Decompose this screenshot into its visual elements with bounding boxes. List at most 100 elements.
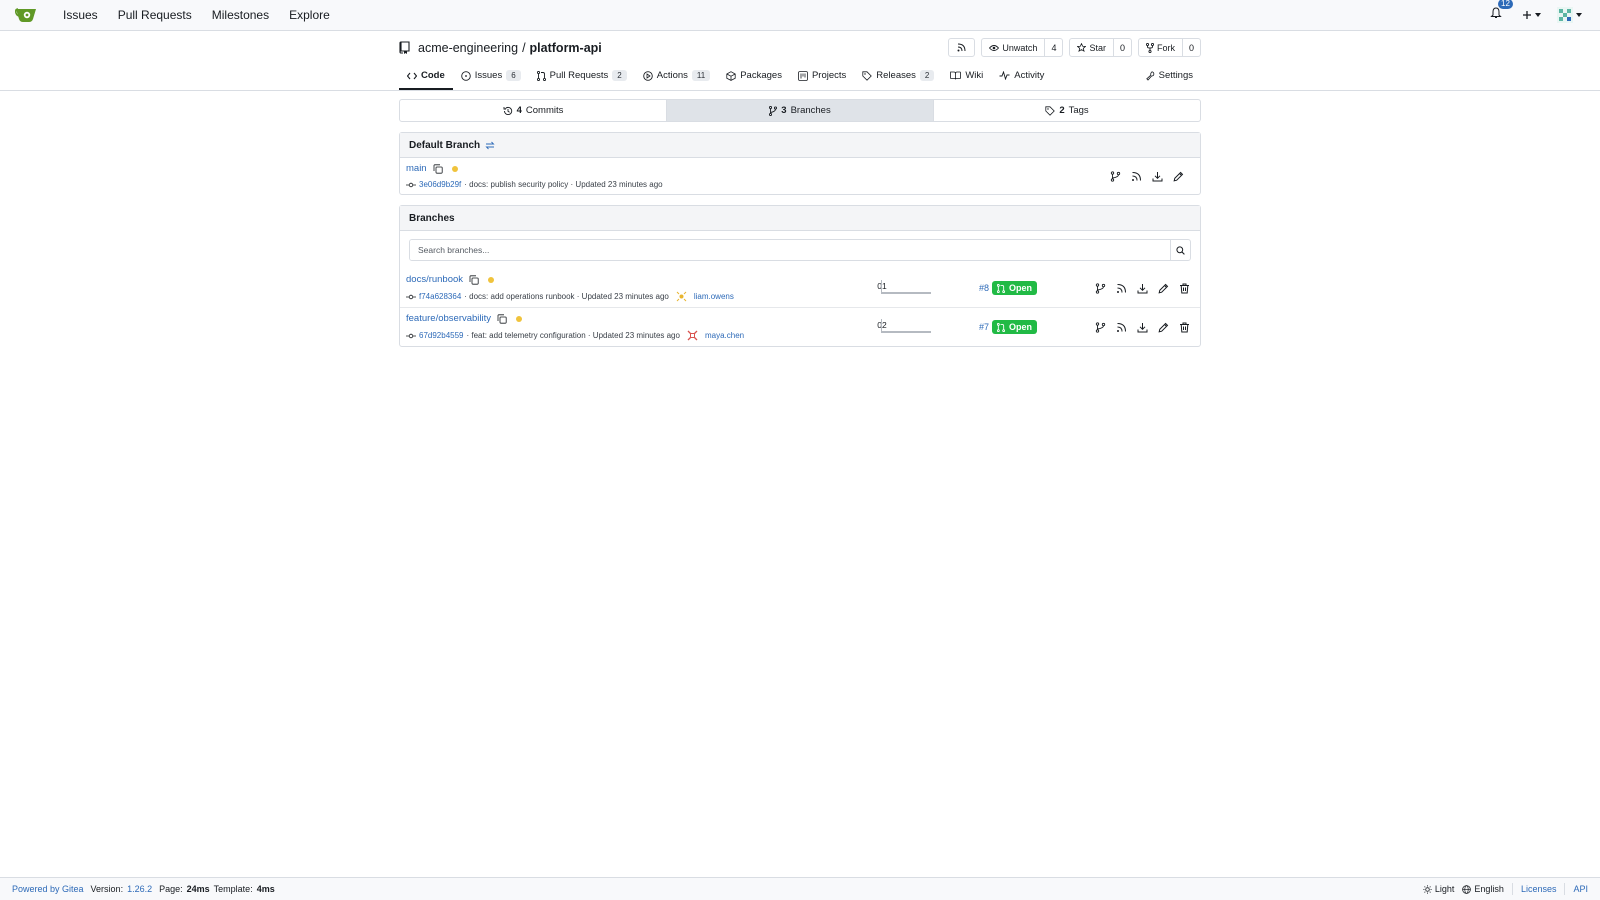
gitea-logo-icon[interactable] [15, 6, 37, 24]
branches-box: Branches docs/runbook f74a628364 [399, 205, 1201, 347]
pencil-icon[interactable] [1158, 322, 1169, 333]
tab-packages[interactable]: Packages [718, 63, 790, 90]
branch-actions [1095, 282, 1194, 294]
commit-status-dot[interactable] [488, 276, 495, 283]
package-icon [726, 70, 736, 81]
tab-pull-requests[interactable]: Pull Requests 2 [529, 63, 635, 90]
branch-link[interactable]: docs/runbook [406, 274, 463, 285]
commit-status-dot[interactable] [451, 165, 458, 172]
commit-message: · docs: publish security policy · Update… [464, 180, 663, 189]
default-branch-header: Default Branch [400, 133, 1200, 158]
pencil-icon[interactable] [1173, 171, 1184, 182]
nav-issues[interactable]: Issues [53, 0, 108, 31]
avatar[interactable] [686, 330, 698, 341]
commit-icon [406, 333, 416, 338]
download-icon[interactable] [1137, 322, 1148, 333]
repo-owner-link[interactable]: acme-engineering [418, 41, 518, 55]
star-button[interactable]: Star [1070, 39, 1114, 56]
pr-status-label: Open [1009, 283, 1033, 293]
author-link[interactable]: maya.chen [705, 331, 744, 340]
copy-icon[interactable] [469, 274, 479, 285]
fork-count[interactable]: 0 [1183, 39, 1200, 56]
branch-create-icon[interactable] [1110, 170, 1121, 182]
tags-link[interactable]: 2 Tags [933, 100, 1200, 121]
pull-request-link[interactable]: #7 [979, 322, 989, 332]
tab-releases[interactable]: Releases 2 [854, 63, 942, 90]
repo-icon [399, 41, 410, 54]
commit-status-dot[interactable] [516, 315, 523, 322]
notifications-button[interactable]: 12 [1490, 0, 1513, 23]
copy-icon[interactable] [433, 163, 443, 174]
template-time: 4ms [256, 884, 275, 894]
page-time: 24ms [186, 884, 210, 894]
tab-count-badge: 6 [506, 70, 521, 81]
tab-activity[interactable]: Activity [991, 63, 1052, 90]
tab-label: Settings [1158, 70, 1193, 81]
download-icon[interactable] [1152, 171, 1163, 182]
version-link[interactable]: 1.26.2 [127, 884, 152, 894]
rss-feed-button[interactable] [948, 38, 976, 57]
chevron-down-icon [1535, 13, 1541, 17]
pull-request-icon [536, 70, 546, 81]
chevron-down-icon [1576, 13, 1582, 17]
theme-selector[interactable]: Light [1423, 884, 1454, 894]
nav-explore[interactable]: Explore [279, 0, 340, 31]
star-count[interactable]: 0 [1114, 39, 1131, 56]
branch-search-input[interactable] [410, 240, 1170, 260]
tab-label: Actions [656, 70, 688, 81]
branch-link[interactable]: feature/observability [406, 313, 491, 324]
download-icon[interactable] [1137, 283, 1148, 294]
avatar[interactable] [675, 291, 687, 302]
commit-sha-link[interactable]: 3e06d9b29f [419, 180, 461, 189]
switch-arrows-icon[interactable] [485, 141, 495, 150]
tab-issues[interactable]: Issues 6 [453, 63, 529, 90]
pull-request-link[interactable]: #8 [979, 283, 989, 293]
unwatch-button[interactable]: Unwatch [982, 39, 1046, 56]
branch-create-icon[interactable] [1095, 321, 1106, 333]
tab-label: Pull Requests [549, 70, 609, 81]
tab-actions[interactable]: Actions 11 [635, 63, 718, 90]
branches-link[interactable]: 3 Branches [666, 100, 933, 121]
trash-icon[interactable] [1179, 283, 1190, 294]
commit-sha-link[interactable]: f74a628364 [419, 292, 461, 301]
trash-icon[interactable] [1179, 322, 1190, 333]
author-link[interactable]: liam.owens [694, 292, 734, 301]
tab-settings[interactable]: Settings [1138, 63, 1201, 90]
language-selector[interactable]: English [1462, 884, 1504, 894]
fork-button[interactable]: Fork [1139, 39, 1183, 56]
copy-icon[interactable] [497, 313, 507, 324]
branches-label: Branches [790, 105, 831, 116]
watch-count[interactable]: 4 [1045, 39, 1062, 56]
commit-icon [406, 294, 416, 299]
star-icon [1077, 43, 1087, 52]
commit-sha-link[interactable]: 67d92b4559 [419, 331, 464, 340]
create-menu-button[interactable] [1522, 10, 1541, 20]
user-menu-button[interactable] [1557, 7, 1582, 23]
branch-link[interactable]: main [406, 163, 427, 174]
tab-code[interactable]: Code [399, 63, 453, 90]
tag-icon [862, 70, 873, 81]
nav-pull-requests[interactable]: Pull Requests [108, 0, 202, 31]
search-button[interactable] [1170, 240, 1190, 260]
rss-icon[interactable] [1131, 171, 1142, 182]
commits-link[interactable]: 4 Commits [400, 100, 666, 121]
tab-wiki[interactable]: Wiki [942, 63, 991, 90]
rss-icon [957, 43, 966, 52]
branches-count: 3 [781, 105, 787, 116]
pencil-icon[interactable] [1158, 283, 1169, 294]
branches-header: Branches [400, 206, 1200, 231]
api-link[interactable]: API [1573, 884, 1588, 894]
tags-count: 2 [1059, 105, 1065, 116]
rss-icon[interactable] [1116, 322, 1127, 333]
branch-create-icon[interactable] [1095, 282, 1106, 294]
repo-name-link[interactable]: platform-api [530, 41, 602, 55]
tab-projects[interactable]: Projects [790, 63, 854, 90]
tab-count-badge: 11 [691, 70, 711, 81]
powered-by-gitea-link[interactable]: Powered by Gitea [12, 884, 84, 894]
tab-label: Packages [740, 70, 782, 81]
star-label: Star [1089, 42, 1106, 53]
commits-count: 4 [516, 105, 522, 116]
nav-milestones[interactable]: Milestones [202, 0, 279, 31]
rss-icon[interactable] [1116, 283, 1127, 294]
licenses-link[interactable]: Licenses [1521, 884, 1557, 894]
